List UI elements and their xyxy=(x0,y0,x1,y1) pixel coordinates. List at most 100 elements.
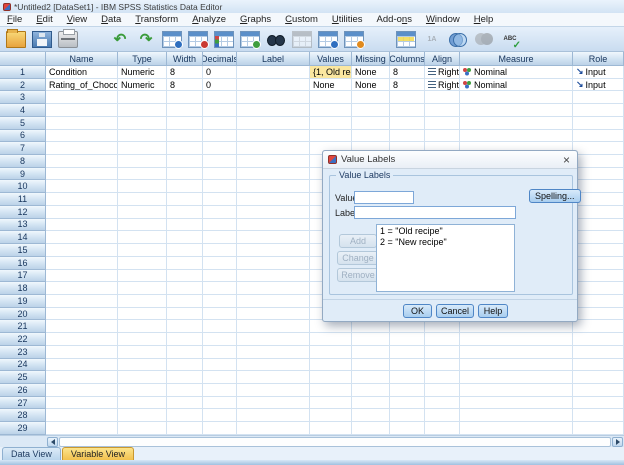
cell-name[interactable] xyxy=(46,231,118,245)
cell-missing[interactable] xyxy=(352,129,390,143)
cell-width[interactable]: 8 xyxy=(167,78,203,92)
cell-role[interactable] xyxy=(573,104,624,117)
cell-label[interactable] xyxy=(237,218,310,232)
cell-label[interactable] xyxy=(237,205,310,219)
cell-measure[interactable] xyxy=(460,333,573,346)
cell-label[interactable] xyxy=(237,307,310,321)
cell-values[interactable] xyxy=(310,396,352,410)
scroll-left-button[interactable] xyxy=(47,437,58,447)
cell-width[interactable] xyxy=(167,91,203,105)
cell-role[interactable] xyxy=(573,180,624,194)
cell-type[interactable] xyxy=(118,409,167,423)
cell-columns[interactable] xyxy=(390,345,425,359)
cell-name[interactable] xyxy=(46,104,118,117)
cell-name[interactable] xyxy=(46,371,118,384)
row-header[interactable]: 3 xyxy=(0,91,46,105)
cell-label[interactable] xyxy=(237,358,310,372)
cell-columns[interactable] xyxy=(390,333,425,346)
toolbar-select-cases-button[interactable] xyxy=(393,28,419,51)
cell-width[interactable] xyxy=(167,180,203,194)
toolbar-use-sets-button[interactable] xyxy=(445,28,471,51)
scroll-right-button[interactable] xyxy=(612,437,623,447)
cell-name[interactable]: Rating_of_Chocolate xyxy=(46,78,118,92)
cell-label[interactable] xyxy=(237,91,310,105)
cell-decimals[interactable] xyxy=(203,129,237,143)
cell-width[interactable] xyxy=(167,333,203,346)
cell-width[interactable] xyxy=(167,371,203,384)
cell-measure[interactable] xyxy=(460,129,573,143)
cell-measure[interactable] xyxy=(460,371,573,384)
toolbar-descriptives-button[interactable] xyxy=(237,28,263,51)
cell-missing[interactable] xyxy=(352,116,390,130)
tab-variable-view[interactable]: Variable View xyxy=(61,447,135,460)
cell-width[interactable] xyxy=(167,129,203,143)
cell-label[interactable] xyxy=(237,193,310,206)
cell-values[interactable] xyxy=(310,422,352,435)
cell-values[interactable] xyxy=(310,409,352,423)
cell-name[interactable]: Condition xyxy=(46,66,118,79)
column-header-label[interactable]: Label xyxy=(237,52,310,66)
cell-align[interactable] xyxy=(425,333,460,346)
column-header-width[interactable]: Width xyxy=(167,52,203,66)
cell-label[interactable] xyxy=(237,244,310,257)
cell-role[interactable] xyxy=(573,294,624,308)
cell-label[interactable] xyxy=(237,371,310,384)
cell-columns[interactable] xyxy=(390,371,425,384)
cell-type[interactable] xyxy=(118,231,167,245)
cell-measure[interactable] xyxy=(460,345,573,359)
cell-align[interactable]: Right xyxy=(425,78,460,92)
cell-width[interactable] xyxy=(167,294,203,308)
cell-decimals[interactable] xyxy=(203,244,237,257)
toolbar-variables-button[interactable] xyxy=(211,28,237,51)
menu-custom[interactable]: Custom xyxy=(278,14,325,25)
cell-role[interactable] xyxy=(573,371,624,384)
row-header[interactable]: 4 xyxy=(0,104,46,117)
toolbar-split-file-button[interactable] xyxy=(341,28,367,51)
cell-name[interactable] xyxy=(46,333,118,346)
cell-label[interactable] xyxy=(237,320,310,334)
cell-name[interactable] xyxy=(46,142,118,156)
cell-role[interactable] xyxy=(573,193,624,206)
cell-width[interactable] xyxy=(167,422,203,435)
cell-decimals[interactable] xyxy=(203,180,237,194)
cell-name[interactable] xyxy=(46,320,118,334)
cell-missing[interactable] xyxy=(352,104,390,117)
cell-type[interactable] xyxy=(118,104,167,117)
cell-name[interactable] xyxy=(46,180,118,194)
toolbar-open-data-button[interactable] xyxy=(3,28,29,51)
row-header[interactable]: 14 xyxy=(0,231,46,245)
cell-align[interactable] xyxy=(425,91,460,105)
cell-label[interactable] xyxy=(237,256,310,270)
toolbar-spell-check-button[interactable]: ABC xyxy=(497,28,523,51)
cell-type[interactable] xyxy=(118,371,167,384)
row-header[interactable]: 5 xyxy=(0,116,46,130)
cell-decimals[interactable] xyxy=(203,155,237,168)
cell-values[interactable] xyxy=(310,333,352,346)
row-header[interactable]: 29 xyxy=(0,422,46,435)
row-header[interactable]: 27 xyxy=(0,396,46,410)
cell-align[interactable] xyxy=(425,104,460,117)
cell-decimals[interactable] xyxy=(203,116,237,130)
row-header[interactable]: 16 xyxy=(0,256,46,270)
cell-name[interactable] xyxy=(46,116,118,130)
cell-role[interactable] xyxy=(573,307,624,321)
cell-align[interactable] xyxy=(425,129,460,143)
cell-label[interactable] xyxy=(237,167,310,181)
row-header[interactable]: 23 xyxy=(0,345,46,359)
cell-decimals[interactable] xyxy=(203,371,237,384)
cell-width[interactable] xyxy=(167,231,203,245)
cell-values[interactable] xyxy=(310,91,352,105)
cell-missing[interactable]: None xyxy=(352,78,390,92)
cell-align[interactable] xyxy=(425,320,460,334)
menu-add-ons[interactable]: Add-ons xyxy=(370,14,419,25)
cell-measure[interactable] xyxy=(460,116,573,130)
cell-align[interactable] xyxy=(425,345,460,359)
row-header[interactable]: 20 xyxy=(0,307,46,321)
cell-type[interactable] xyxy=(118,129,167,143)
row-header[interactable]: 15 xyxy=(0,244,46,257)
cell-decimals[interactable] xyxy=(203,358,237,372)
cell-name[interactable] xyxy=(46,244,118,257)
cell-measure[interactable]: Nominal xyxy=(460,66,573,79)
cell-name[interactable] xyxy=(46,307,118,321)
cancel-button[interactable]: Cancel xyxy=(436,304,474,318)
